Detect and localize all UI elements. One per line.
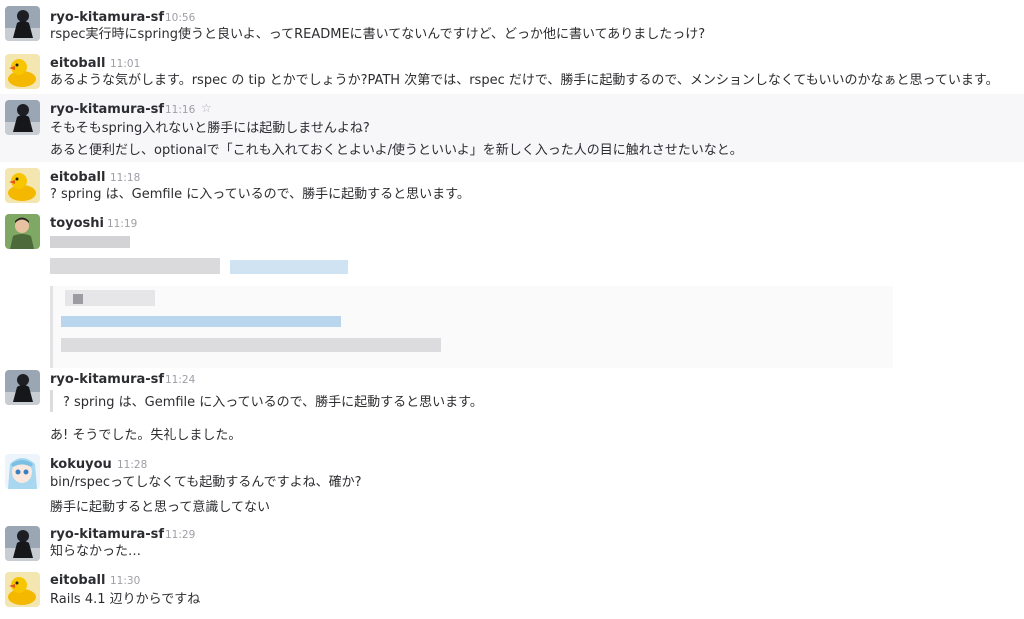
message-1: eitoball 11:01 あるような気がします。rspec の tip とか…	[0, 48, 1024, 94]
timestamp[interactable]: 11:01	[110, 58, 140, 70]
message-3: eitoball 11:18 ? spring は、Gemfile に入っている…	[0, 162, 1024, 210]
username[interactable]: ryo-kitamura-sf	[50, 102, 164, 117]
message-4: toyoshi 11:19	[0, 210, 1024, 370]
avatar-eitoball[interactable]	[5, 572, 40, 607]
message-7: ryo-kitamura-sf 11:29 知らなかった…	[0, 522, 1024, 568]
message-text: あるような気がします。rspec の tip とかでしょうか?PATH 次第では…	[50, 73, 999, 88]
person-avatar-icon	[5, 100, 40, 135]
avatar-toyoshi[interactable]	[5, 214, 40, 249]
avatar-eitoball[interactable]	[5, 168, 40, 203]
rubber-duck-icon	[5, 572, 40, 607]
timestamp[interactable]: 10:56	[165, 12, 195, 24]
quoted-text: ? spring は、Gemfile に入っているので、勝手に起動すると思います…	[63, 395, 483, 410]
blurred-text	[50, 258, 220, 274]
username[interactable]: eitoball	[50, 170, 105, 185]
message-text: あると便利だし、optionalで「これも入れておくとよいよ/使うといいよ」を新…	[50, 143, 743, 158]
avatar-ryo-kitamura-sf[interactable]	[5, 370, 40, 405]
anime-avatar-icon	[5, 454, 40, 489]
avatar-eitoball[interactable]	[5, 54, 40, 89]
message-6: kokuyou 11:28 bin/rspecってしなくても起動するんですよね、…	[0, 452, 1024, 522]
message-text: あ! そうでした。失礼しました。	[50, 428, 242, 443]
message-text: そもそもspring入れないと勝手には起動しませんよね?	[50, 121, 370, 136]
avatar-ryo-kitamura-sf[interactable]	[5, 100, 40, 135]
message-text: bin/rspecってしなくても起動するんですよね、確か?	[50, 475, 362, 490]
timestamp[interactable]: 11:28	[117, 459, 147, 471]
timestamp[interactable]: 11:24	[165, 374, 195, 386]
message-8: eitoball 11:30 Rails 4.1 辺りからですね	[0, 568, 1024, 619]
message-text: 勝手に起動すると思って意識してない	[50, 500, 270, 515]
message-5: ryo-kitamura-sf 11:24 ? spring は、Gemfile…	[0, 370, 1024, 452]
timestamp[interactable]: 11:29	[165, 529, 195, 541]
message-2: ryo-kitamura-sf 11:16 ☆ そもそもspring入れないと勝…	[0, 94, 1024, 162]
blurred-link[interactable]	[230, 260, 348, 274]
blurred-text	[50, 236, 130, 248]
message-text: rspec実行時にspring使うと良いよ、ってREADMEに書いてないんですけ…	[50, 27, 706, 42]
username[interactable]: ryo-kitamura-sf	[50, 527, 164, 542]
avatar-ryo-kitamura-sf[interactable]	[5, 526, 40, 561]
rubber-duck-icon	[5, 168, 40, 203]
username[interactable]: ryo-kitamura-sf	[50, 372, 164, 387]
username[interactable]: eitoball	[50, 573, 105, 588]
rubber-duck-icon	[5, 54, 40, 89]
star-icon[interactable]: ☆	[201, 101, 212, 115]
attachment-preview[interactable]	[50, 286, 893, 368]
person-avatar-icon	[5, 6, 40, 41]
timestamp[interactable]: 11:18	[110, 172, 140, 184]
person-avatar-icon	[5, 370, 40, 405]
quote-bar	[50, 390, 53, 412]
username[interactable]: eitoball	[50, 56, 105, 71]
username[interactable]: ryo-kitamura-sf	[50, 10, 164, 25]
message-text: Rails 4.1 辺りからですね	[50, 592, 201, 607]
username[interactable]: toyoshi	[50, 216, 104, 231]
message-0: ryo-kitamura-sf 10:56 rspec実行時にspring使うと…	[0, 0, 1024, 48]
username[interactable]: kokuyou	[50, 457, 112, 472]
timestamp[interactable]: 11:16	[165, 104, 195, 116]
timestamp[interactable]: 11:19	[107, 218, 137, 230]
avatar-kokuyou[interactable]	[5, 454, 40, 489]
timestamp[interactable]: 11:30	[110, 575, 140, 587]
message-text: 知らなかった…	[50, 544, 142, 559]
message-text: ? spring は、Gemfile に入っているので、勝手に起動すると思います…	[50, 187, 470, 202]
person-avatar-icon	[5, 526, 40, 561]
avatar-ryo-kitamura-sf[interactable]	[5, 6, 40, 41]
man-avatar-icon	[5, 214, 40, 249]
